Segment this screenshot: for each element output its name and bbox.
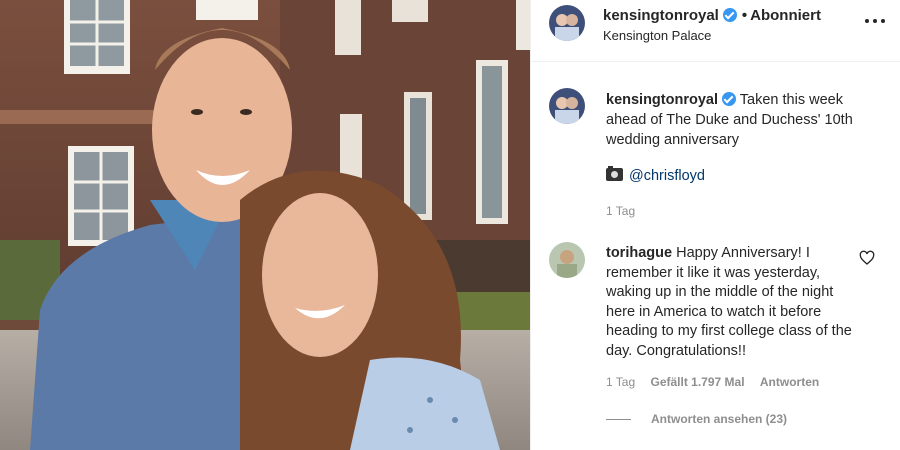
photo-credit: @chrisfloyd: [606, 166, 705, 184]
comment-username[interactable]: torihague: [606, 245, 672, 261]
caption-username[interactable]: kensingtonroyal: [606, 92, 718, 108]
comment-likes[interactable]: Gefällt 1.797 Mal: [650, 375, 744, 389]
heart-outline-icon[interactable]: [859, 250, 875, 266]
comment-text: torihague Happy Anniversary! I remember …: [606, 244, 858, 361]
more-options-icon[interactable]: [865, 14, 885, 28]
caption-avatar[interactable]: [549, 88, 585, 124]
comment-body: Happy Anniversary! I remember it like it…: [606, 245, 852, 359]
post-sidebar: kensingtonroyal • Abonniert Kensington Pal…: [530, 0, 900, 450]
avatar[interactable]: [549, 5, 585, 41]
reply-button[interactable]: Antworten: [760, 375, 819, 389]
comment-meta: 1 Tag Gefällt 1.797 Mal Antworten: [606, 375, 831, 389]
camera-icon: [606, 166, 623, 181]
comment-timestamp[interactable]: 1 Tag: [606, 375, 635, 389]
verified-badge-icon: [722, 8, 737, 22]
follow-status-button[interactable]: Abonniert: [750, 7, 821, 24]
separator-dot: •: [741, 7, 748, 24]
post-photo[interactable]: [0, 0, 530, 450]
post-header: kensingtonroyal • Abonniert Kensington Pal…: [531, 0, 900, 62]
verified-badge-icon: [722, 92, 736, 106]
caption-text: kensingtonroyal Taken this week ahead of…: [606, 90, 876, 150]
view-replies-button[interactable]: Antworten ansehen (23): [606, 412, 787, 426]
comment-avatar[interactable]: [549, 242, 585, 278]
location-link[interactable]: Kensington Palace: [603, 28, 711, 43]
replies-divider: [606, 418, 631, 420]
photo-credit-link[interactable]: @chrisfloyd: [629, 168, 705, 184]
caption-timestamp[interactable]: 1 Tag: [606, 204, 635, 218]
header-username-row: kensingtonroyal • Abonniert: [603, 7, 821, 24]
header-username[interactable]: kensingtonroyal: [603, 7, 719, 24]
view-replies-label: Antworten ansehen (23): [651, 412, 788, 426]
post-photo-illustration: [0, 0, 530, 450]
